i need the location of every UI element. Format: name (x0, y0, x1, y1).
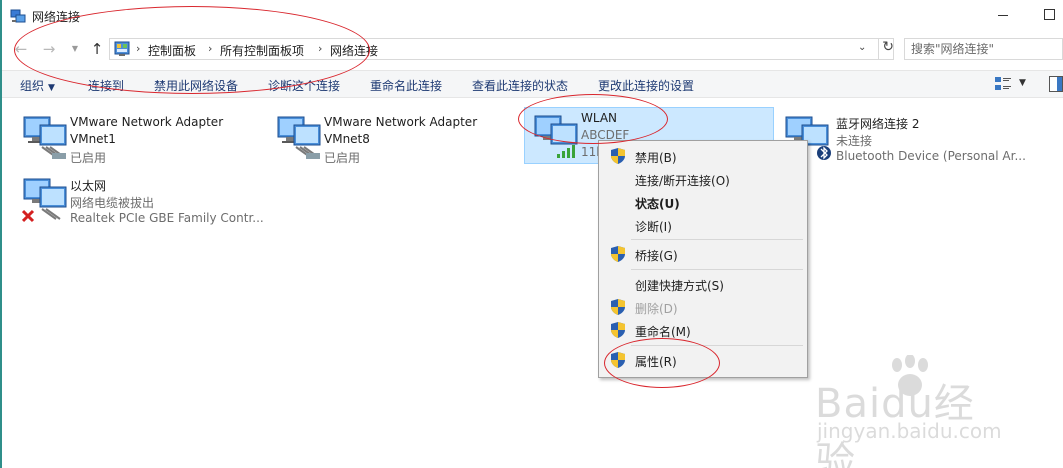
connection-status: 未连接 (836, 134, 873, 148)
connection-name: 以太网 (70, 179, 107, 193)
chevron-right-icon[interactable]: › (136, 42, 140, 55)
address-dropdown-icon[interactable]: ⌄ (858, 42, 866, 53)
history-dropdown-button[interactable]: ▼ (66, 40, 84, 58)
address-bar[interactable]: › 控制面板 › 所有控制面板项 › 网络连接 ⌄ ↻ (109, 38, 894, 60)
preview-pane-button[interactable] (1049, 76, 1063, 92)
diagnose-button[interactable]: 诊断这个连接 (268, 77, 340, 94)
connection-device: VMnet1 (70, 132, 116, 146)
up-button[interactable]: ↑ (88, 40, 106, 58)
chevron-right-icon[interactable]: › (208, 42, 212, 55)
network-adapter-icon (277, 116, 321, 159)
organize-label: 组织 (20, 79, 45, 93)
minimize-button[interactable] (997, 6, 1011, 22)
disable-device-button[interactable]: 禁用此网络设备 (154, 77, 238, 94)
change-settings-button[interactable]: 更改此连接的设置 (598, 77, 694, 94)
connection-status: 已启用 (324, 151, 361, 165)
breadcrumb-control-panel[interactable]: 控制面板 (148, 42, 196, 59)
menu-separator (631, 345, 803, 346)
control-panel-icon (114, 41, 130, 56)
chevron-down-icon: ▼ (48, 83, 55, 93)
network-adapter-icon (23, 116, 67, 159)
title-bar: 网络连接 (2, 0, 1063, 32)
uac-shield-icon (611, 322, 625, 338)
wireless-adapter-icon (534, 115, 578, 158)
menu-item-connect-disconnect[interactable]: 连接/断开连接(O) (601, 168, 805, 190)
chevron-right-icon[interactable]: › (318, 42, 322, 55)
breadcrumb-all-items[interactable]: 所有控制面板项 (220, 42, 304, 59)
uac-shield-icon (611, 246, 625, 262)
back-button[interactable]: ← (12, 40, 30, 58)
forward-button[interactable]: → (40, 40, 58, 58)
menu-item-label: 状态(U) (635, 197, 680, 211)
menu-item-properties[interactable]: 属性(R) (601, 349, 805, 371)
menu-item-label: 桥接(G) (635, 249, 678, 263)
menu-item-label: 属性(R) (635, 355, 677, 369)
network-connections-icon (10, 9, 26, 23)
view-dropdown-icon[interactable]: ▼ (1019, 78, 1026, 88)
menu-item-label: 删除(D) (635, 302, 678, 316)
search-box[interactable] (904, 38, 1063, 60)
menu-item-label: 禁用(B) (635, 151, 677, 165)
connection-vmnet8[interactable]: VMware Network Adapter VMnet8 已启用 (268, 105, 508, 169)
menu-item-rename[interactable]: 重命名(M) (601, 319, 805, 341)
ethernet-adapter-icon (22, 178, 67, 223)
menu-separator (631, 269, 803, 270)
connect-to-button[interactable]: 连接到 (88, 77, 124, 94)
organize-menu[interactable]: 组织 ▼ (20, 77, 55, 94)
refresh-button[interactable]: ↻ (878, 39, 894, 59)
uac-shield-icon (611, 148, 625, 164)
menu-item-status[interactable]: 状态(U) (601, 191, 805, 213)
watermark-url: jingyan.baidu.com (817, 419, 1002, 443)
connection-device: Bluetooth Device (Personal Ar... (836, 149, 1026, 163)
uac-shield-icon (611, 352, 625, 368)
breadcrumb-network-connections[interactable]: 网络连接 (330, 42, 378, 59)
connection-name: VMware Network Adapter (324, 115, 478, 129)
connection-name: 蓝牙网络连接 2 (836, 117, 920, 131)
menu-item-label: 连接/断开连接(O) (635, 174, 730, 188)
context-menu: 禁用(B) 连接/断开连接(O) 状态(U) 诊断(I) 桥接(G) 创建快捷方… (598, 140, 808, 378)
connection-ethernet[interactable]: 以太网 网络电缆被拔出 Realtek PCIe GBE Family Cont… (14, 167, 284, 231)
menu-item-diagnose[interactable]: 诊断(I) (601, 214, 805, 236)
connection-status: 已启用 (70, 151, 107, 165)
menu-item-label: 诊断(I) (635, 220, 672, 234)
command-bar: 组织 ▼ 连接到 禁用此网络设备 诊断这个连接 重命名此连接 查看此连接的状态 更… (2, 70, 1063, 98)
connection-vmnet1[interactable]: VMware Network Adapter VMnet1 已启用 (14, 105, 254, 169)
connection-name: WLAN (581, 111, 618, 125)
rename-button[interactable]: 重命名此连接 (370, 77, 442, 94)
search-input[interactable] (911, 40, 1051, 58)
window-title: 网络连接 (32, 10, 81, 24)
view-options-icon[interactable] (994, 76, 1012, 92)
address-row: ← → ▼ ↑ › 控制面板 › 所有控制面板项 › 网络连接 ⌄ ↻ (2, 34, 1063, 64)
menu-item-delete: 删除(D) (601, 296, 805, 318)
connection-name: VMware Network Adapter (70, 115, 224, 129)
menu-item-create-shortcut[interactable]: 创建快捷方式(S) (601, 273, 805, 295)
menu-item-label: 创建快捷方式(S) (635, 279, 724, 293)
menu-separator (631, 239, 803, 240)
menu-item-label: 重命名(M) (635, 325, 691, 339)
baidu-watermark: Baidu经验 jingyan.baidu.com (815, 355, 1015, 468)
maximize-button[interactable] (1044, 9, 1055, 20)
menu-item-disable[interactable]: 禁用(B) (601, 145, 805, 167)
uac-shield-icon (611, 299, 625, 315)
menu-item-bridge[interactable]: 桥接(G) (601, 243, 805, 265)
connection-device: VMnet8 (324, 132, 370, 146)
connection-status: 网络电缆被拔出 (70, 196, 155, 210)
connection-bluetooth[interactable]: 蓝牙网络连接 2 未连接 Bluetooth Device (Personal … (776, 105, 1036, 169)
connection-device: Realtek PCIe GBE Family Contr... (70, 211, 264, 225)
view-status-button[interactable]: 查看此连接的状态 (472, 77, 568, 94)
